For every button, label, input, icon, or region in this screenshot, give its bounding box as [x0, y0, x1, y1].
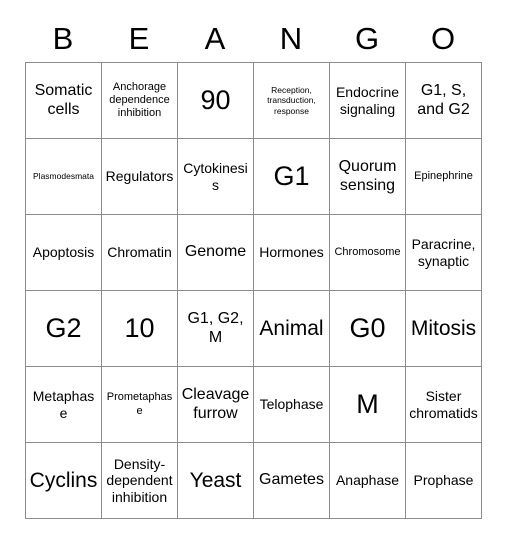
bingo-cell-r1-c4[interactable]: Reception, transduction, response — [254, 63, 330, 139]
bingo-cell-r2-c2[interactable]: Regulators — [102, 139, 178, 215]
bingo-cell-r3-c2[interactable]: Chromatin — [102, 215, 178, 291]
bingo-cell-r6-c2[interactable]: Density-dependent inhibition — [102, 443, 178, 519]
bingo-cell-r5-c4[interactable]: Telophase — [254, 367, 330, 443]
bingo-cell-r6-c4[interactable]: Gametes — [254, 443, 330, 519]
bingo-cell-label: Anaphase — [335, 472, 400, 489]
bingo-header-letter-1: E — [128, 20, 150, 56]
bingo-cell-label: 90 — [200, 85, 231, 116]
bingo-cell-label: Prophase — [413, 472, 474, 489]
bingo-cell-r2-c3[interactable]: Cytokinesis — [178, 139, 254, 215]
bingo-cell-label: Epinephrine — [414, 169, 473, 182]
bingo-cell-r3-c3[interactable]: Genome — [178, 215, 254, 291]
bingo-cell-label: G1 — [273, 161, 310, 192]
bingo-cell-label: G2 — [45, 313, 82, 344]
bingo-cell-label: Plasmodesmata — [33, 171, 94, 182]
bingo-cell-r1-c6[interactable]: G1, S, and G2 — [406, 63, 482, 139]
bingo-cell-label: G0 — [349, 313, 386, 344]
bingo-cell-label: G1, G2, M — [187, 310, 244, 346]
bingo-cell-r2-c6[interactable]: Epinephrine — [406, 139, 482, 215]
bingo-cell-r1-c5[interactable]: Endocrine signaling — [330, 63, 406, 139]
bingo-cell-r1-c3[interactable]: 90 — [178, 63, 254, 139]
bingo-cell-label: Cleavage furrow — [181, 386, 250, 422]
bingo-header-letter-5: O — [430, 20, 456, 56]
bingo-cell-label: Prometaphase — [106, 391, 173, 417]
bingo-cell-label: Density-dependent inhibition — [106, 455, 173, 505]
bingo-cell-r1-c2[interactable]: Anchorage dependence inhibition — [102, 63, 178, 139]
bingo-cell-r3-c5[interactable]: Chromosome — [330, 215, 406, 291]
bingo-cell-label: Chromosome — [334, 245, 401, 258]
bingo-header-letter-2: A — [204, 20, 226, 56]
bingo-cell-label: Quorum sensing — [338, 158, 397, 194]
bingo-header-letter-4: G — [354, 20, 380, 56]
bingo-cell-r2-c4[interactable]: G1 — [254, 139, 330, 215]
bingo-cell-label: G1, S, and G2 — [417, 82, 470, 118]
bingo-cell-label: Regulators — [105, 168, 174, 185]
bingo-cell-r6-c3[interactable]: Yeast — [178, 443, 254, 519]
bingo-cell-label: Mitosis — [410, 316, 477, 340]
bingo-cell-r5-c6[interactable]: Sister chromatids — [406, 367, 482, 443]
bingo-cell-r4-c4[interactable]: Animal — [254, 291, 330, 367]
bingo-cell-r5-c5[interactable]: M — [330, 367, 406, 443]
bingo-cell-r3-c1[interactable]: Apoptosis — [26, 215, 102, 291]
bingo-cell-label: 10 — [124, 313, 155, 344]
bingo-cell-label: Telophase — [259, 396, 324, 413]
bingo-cell-r4-c5[interactable]: G0 — [330, 291, 406, 367]
bingo-cell-label: Paracrine, synaptic — [411, 235, 476, 269]
bingo-cell-r5-c3[interactable]: Cleavage furrow — [178, 367, 254, 443]
bingo-cell-label: M — [356, 389, 379, 420]
bingo-cell-r5-c2[interactable]: Prometaphase — [102, 367, 178, 443]
bingo-cell-label: Apoptosis — [32, 244, 95, 261]
bingo-cell-r2-c1[interactable]: Plasmodesmata — [26, 139, 102, 215]
bingo-card: B E A N G O Somatic cells Anchorage depen… — [25, 14, 482, 519]
bingo-cell-r4-c1[interactable]: G2 — [26, 291, 102, 367]
bingo-cell-label: Cyclins — [29, 468, 98, 492]
bingo-cell-label: Reception, transduction, response — [267, 85, 316, 116]
bingo-cell-r4-c6[interactable]: Mitosis — [406, 291, 482, 367]
bingo-header-row: B E A N G O — [25, 14, 481, 62]
bingo-cell-label: Gametes — [259, 471, 324, 489]
bingo-cell-r3-c6[interactable]: Paracrine, synaptic — [406, 215, 482, 291]
bingo-cell-r6-c1[interactable]: Cyclins — [26, 443, 102, 519]
bingo-cell-r6-c6[interactable]: Prophase — [406, 443, 482, 519]
bingo-header-letter-0: B — [52, 20, 74, 56]
bingo-cell-label: Yeast — [189, 468, 242, 492]
bingo-cell-r6-c5[interactable]: Anaphase — [330, 443, 406, 519]
bingo-cell-r2-c5[interactable]: Quorum sensing — [330, 139, 406, 215]
bingo-cell-label: Metaphase — [32, 387, 95, 421]
bingo-grid: Somatic cells Anchorage dependence inhibi… — [25, 62, 482, 519]
bingo-cell-label: Animal — [259, 316, 324, 340]
bingo-cell-label: Anchorage dependence inhibition — [109, 80, 170, 120]
bingo-header-letter-3: N — [279, 20, 303, 56]
bingo-cell-r1-c1[interactable]: Somatic cells — [26, 63, 102, 139]
bingo-cell-label: Chromatin — [107, 244, 172, 261]
bingo-cell-label: Sister chromatids — [409, 387, 478, 421]
bingo-cell-r3-c4[interactable]: Hormones — [254, 215, 330, 291]
bingo-cell-label: Cytokinesis — [183, 159, 248, 193]
bingo-cell-r4-c3[interactable]: G1, G2, M — [178, 291, 254, 367]
bingo-cell-label: Genome — [184, 243, 247, 261]
bingo-cell-label: Somatic cells — [34, 82, 93, 118]
bingo-cell-r4-c2[interactable]: 10 — [102, 291, 178, 367]
bingo-cell-r5-c1[interactable]: Metaphase — [26, 367, 102, 443]
bingo-cell-label: Endocrine signaling — [335, 83, 400, 117]
bingo-cell-label: Hormones — [259, 244, 324, 261]
